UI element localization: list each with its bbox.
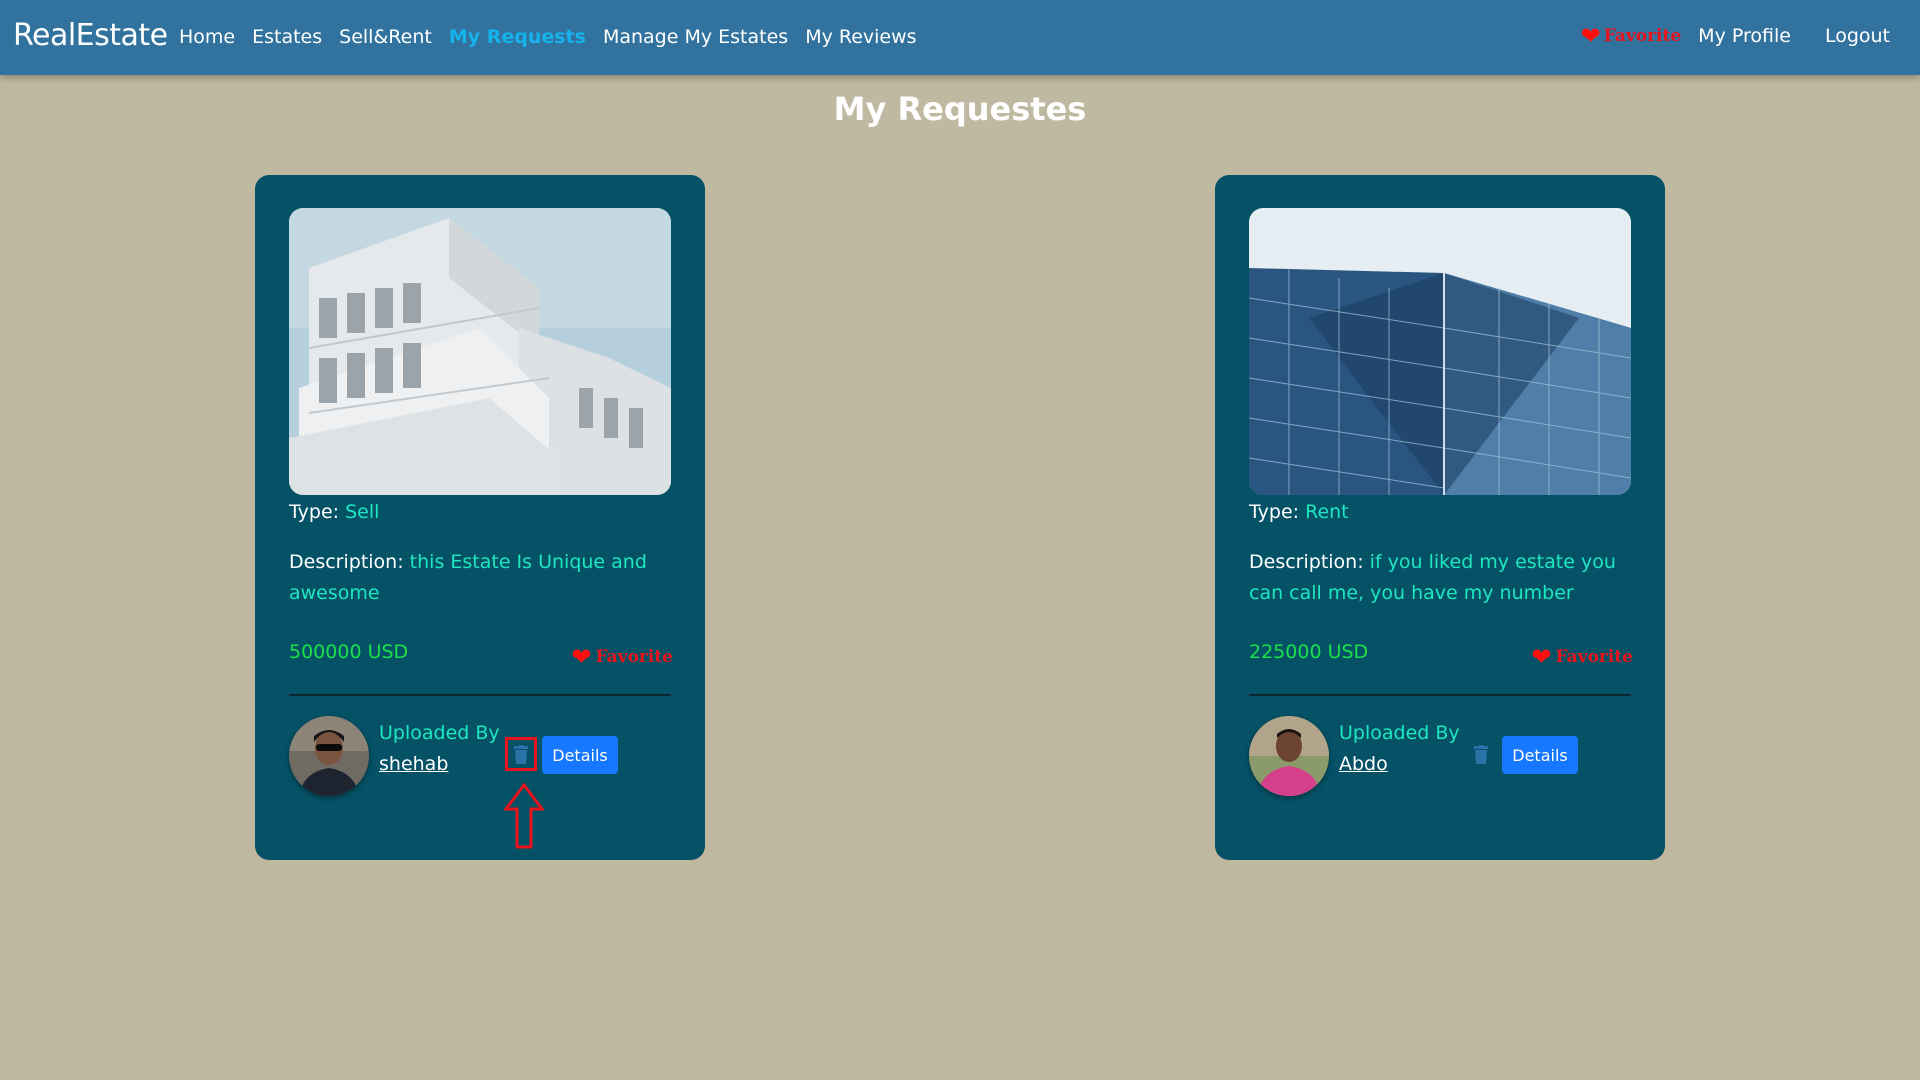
estate-description: Description: if you liked my estate you …	[1249, 547, 1631, 609]
estate-type: Type: Sell	[289, 501, 379, 523]
divider	[289, 694, 671, 696]
details-button[interactable]: Details	[1502, 736, 1578, 774]
divider	[1249, 694, 1631, 696]
nav-sell-rent[interactable]: Sell&Rent	[339, 26, 432, 48]
nav-logout[interactable]: Logout	[1825, 25, 1890, 47]
estate-image	[289, 208, 671, 495]
estate-price: 225000 USD	[1249, 641, 1369, 663]
uploaded-label: Uploaded By	[379, 722, 500, 744]
estate-card: Type: Sell Description: this Estate Is U…	[255, 175, 705, 860]
type-value: Sell	[345, 501, 380, 523]
trash-icon	[1474, 744, 1488, 764]
uploaded-by: Uploaded By Abdo	[1339, 718, 1460, 780]
nav-my-profile[interactable]: My Profile	[1698, 25, 1791, 47]
brand-logo[interactable]: RealEstate	[13, 18, 168, 53]
nav-estates[interactable]: Estates	[252, 26, 322, 48]
uploaded-by: Uploaded By shehab	[379, 718, 500, 780]
type-label: Type:	[1249, 501, 1300, 523]
uploader-link[interactable]: Abdo	[1339, 749, 1460, 780]
estate-description: Description: this Estate Is Unique and a…	[289, 547, 671, 609]
estate-price: 500000 USD	[289, 641, 409, 663]
nav-favorite-label: Favorite	[1603, 26, 1682, 46]
nav-links: Home Estates Sell&Rent My Requests Manag…	[179, 26, 934, 48]
nav-favorite-link[interactable]: ❤ Favorite	[1581, 24, 1682, 48]
description-label: Description:	[1249, 551, 1364, 573]
favorite-button[interactable]: ❤ Favorite	[571, 645, 673, 669]
estate-card: Type: Rent Description: if you liked my …	[1215, 175, 1665, 860]
nav-manage-estates[interactable]: Manage My Estates	[603, 26, 788, 48]
favorite-label: Favorite	[1555, 647, 1633, 667]
top-navbar: RealEstate Home Estates Sell&Rent My Req…	[0, 0, 1920, 75]
favorite-label: Favorite	[595, 647, 673, 667]
nav-home[interactable]: Home	[179, 26, 235, 48]
favorite-button[interactable]: ❤ Favorite	[1531, 645, 1633, 669]
description-label: Description:	[289, 551, 404, 573]
trash-icon	[514, 744, 528, 764]
estate-image	[1249, 208, 1631, 495]
uploaded-label: Uploaded By	[1339, 722, 1460, 744]
uploader-avatar	[289, 716, 369, 796]
delete-button[interactable]	[1465, 737, 1497, 771]
type-label: Type:	[289, 501, 340, 523]
type-value: Rent	[1305, 501, 1349, 523]
nav-my-reviews[interactable]: My Reviews	[805, 26, 916, 48]
details-button[interactable]: Details	[542, 736, 618, 774]
page-title: My Requestes	[833, 90, 1087, 128]
uploader-link[interactable]: shehab	[379, 749, 500, 780]
annotation-arrow-icon	[504, 783, 544, 849]
heart-icon: ❤	[1580, 22, 1601, 50]
heart-icon: ❤	[571, 643, 592, 671]
estate-type: Type: Rent	[1249, 501, 1349, 523]
uploader-avatar	[1249, 716, 1329, 796]
heart-icon: ❤	[1531, 643, 1552, 671]
delete-button[interactable]	[505, 737, 537, 771]
nav-right: ❤ Favorite My Profile Logout	[1581, 24, 1890, 48]
nav-my-requests[interactable]: My Requests	[449, 26, 586, 48]
